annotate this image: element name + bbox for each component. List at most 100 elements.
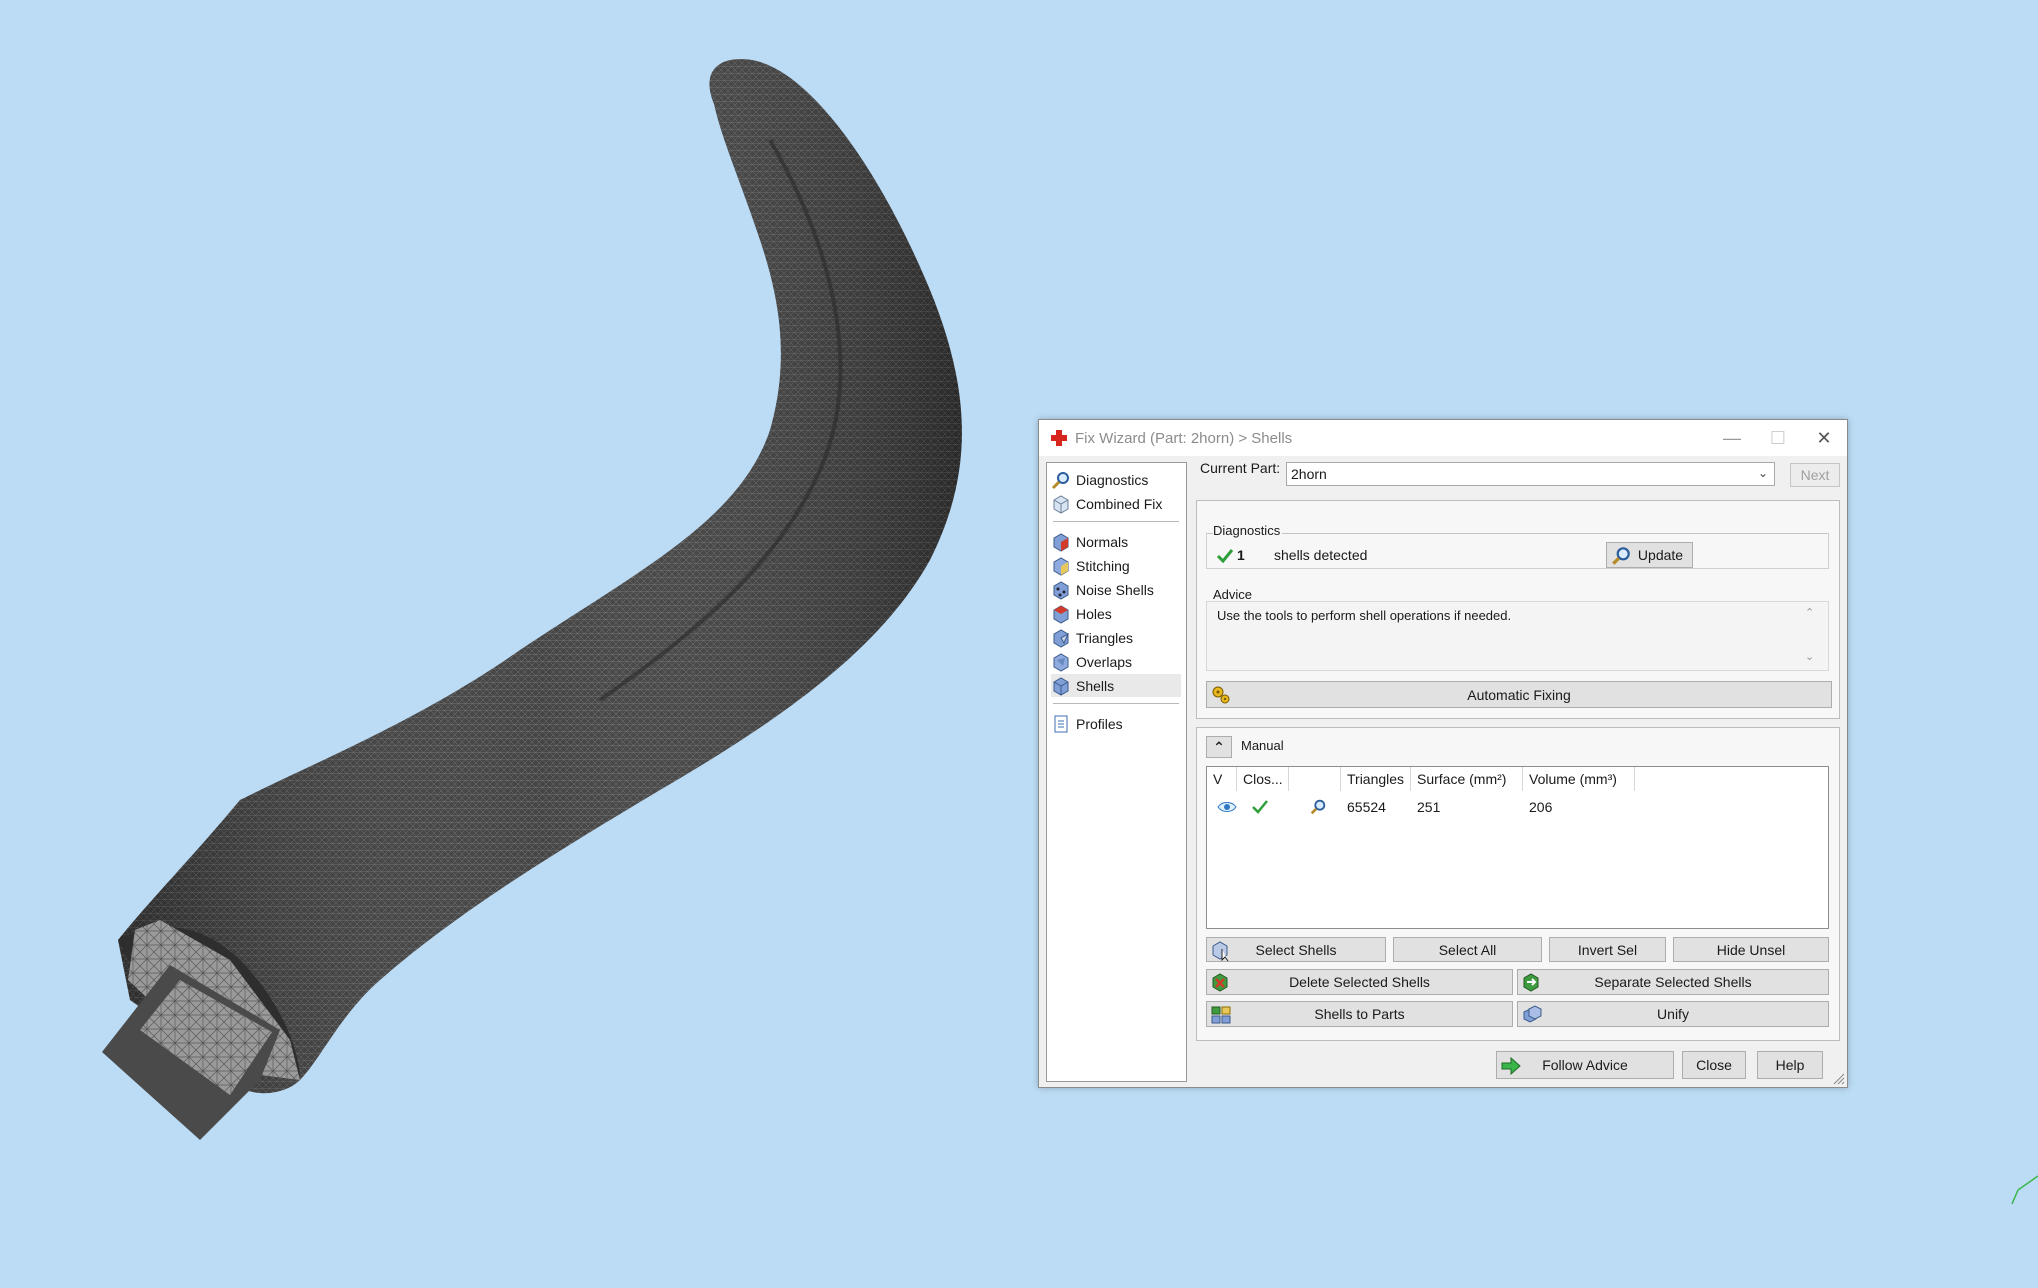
magnifier-icon — [1612, 547, 1630, 565]
close-icon: ✕ — [1816, 427, 1832, 448]
manual-heading: Manual — [1241, 738, 1284, 753]
follow-advice-button[interactable]: Follow Advice — [1496, 1051, 1674, 1079]
help-button-label: Help — [1775, 1057, 1805, 1073]
select-shells-button[interactable]: Select Shells — [1206, 937, 1386, 962]
close-window-button[interactable]: ✕ — [1801, 420, 1847, 456]
sidebar-item-label: Normals — [1076, 533, 1129, 550]
update-button[interactable]: Update — [1606, 542, 1693, 568]
unify-label: Unify — [1657, 1006, 1689, 1022]
next-button[interactable]: Next — [1790, 463, 1840, 487]
minimize-button[interactable]: — — [1709, 420, 1755, 456]
column-header-surface[interactable]: Surface (mm²) — [1411, 767, 1523, 791]
hide-unsel-button[interactable]: Hide Unsel — [1673, 937, 1829, 962]
delete-selected-shells-button[interactable]: Delete Selected Shells — [1206, 969, 1513, 995]
shells-to-parts-button[interactable]: Shells to Parts — [1206, 1001, 1513, 1027]
help-button[interactable]: Help — [1757, 1051, 1823, 1079]
unify-cube-icon — [1523, 1005, 1542, 1023]
sidebar-item-label: Profiles — [1076, 715, 1123, 732]
column-header-inspect[interactable] — [1289, 767, 1341, 791]
sidebar-item-label: Diagnostics — [1076, 471, 1149, 488]
sidebar-item-label: Overlaps — [1076, 653, 1133, 670]
select-all-label: Select All — [1438, 941, 1497, 958]
sidebar-item-triangles[interactable]: Triangles — [1051, 626, 1181, 649]
collapse-icon: ⌃ — [1213, 738, 1225, 755]
close-button[interactable]: Close — [1682, 1051, 1746, 1079]
scroll-up-icon[interactable]: ⌃ — [1805, 606, 1814, 619]
maximize-button[interactable]: ☐ — [1755, 420, 1801, 456]
magnifier-icon[interactable] — [1309, 798, 1327, 816]
sidebar-item-label: Noise Shells — [1076, 581, 1154, 598]
sidebar-item-label: Shells — [1076, 677, 1115, 694]
gears-icon — [1212, 686, 1230, 704]
automatic-fixing-label: Automatic Fixing — [1467, 686, 1571, 703]
document-icon — [1054, 715, 1068, 732]
sidebar-item-holes[interactable]: Holes — [1051, 602, 1181, 625]
resize-grip-icon[interactable] — [1833, 1073, 1845, 1085]
shell-count: 1 — [1237, 547, 1245, 563]
sidebar-item-label: Stitching — [1076, 557, 1130, 574]
invert-sel-label: Invert Sel — [1577, 941, 1638, 958]
cube-icon — [1053, 494, 1069, 514]
column-header-visible[interactable]: V — [1207, 767, 1237, 791]
minimize-icon: — — [1723, 427, 1741, 448]
invert-sel-button[interactable]: Invert Sel — [1549, 937, 1666, 962]
advice-box: Use the tools to perform shell operation… — [1206, 601, 1829, 671]
separate-selected-shells-button[interactable]: Separate Selected Shells — [1517, 969, 1829, 995]
current-part-select[interactable]: 2horn ⌄ — [1286, 462, 1775, 486]
sidebar-item-label: Holes — [1076, 605, 1112, 622]
triangles-cube-icon — [1053, 628, 1070, 648]
separate-cube-icon — [1523, 973, 1539, 992]
advice-heading: Advice — [1213, 587, 1253, 602]
chevron-down-icon: ⌄ — [1757, 466, 1768, 480]
wizard-sidebar: Diagnostics Combined Fix Normals Stitchi… — [1046, 462, 1187, 1082]
shells-table[interactable]: V Clos... Triangles Surface (mm²) Volume… — [1206, 766, 1829, 929]
magnifier-icon — [1051, 471, 1069, 489]
unify-button[interactable]: Unify — [1517, 1001, 1829, 1027]
sidebar-divider — [1053, 521, 1179, 522]
current-part-label: Current Part: — [1200, 460, 1281, 476]
sidebar-item-normals[interactable]: Normals — [1051, 530, 1181, 553]
sidebar-item-shells[interactable]: Shells — [1051, 674, 1181, 697]
checkmark-icon — [1252, 800, 1268, 814]
scroll-down-icon[interactable]: ⌄ — [1805, 650, 1814, 663]
current-part-value: 2horn — [1291, 466, 1327, 482]
manual-panel: ⌃ Manual V Clos... Triangles Surface (mm… — [1196, 727, 1840, 1041]
delete-cube-icon — [1212, 973, 1228, 992]
advice-text: Use the tools to perform shell operation… — [1217, 608, 1512, 623]
hide-unsel-label: Hide Unsel — [1716, 941, 1786, 958]
update-button-label: Update — [1637, 547, 1684, 563]
horn-mesh-model[interactable] — [102, 59, 962, 1140]
close-button-label: Close — [1696, 1057, 1732, 1073]
column-header-triangles[interactable]: Triangles — [1341, 767, 1411, 791]
title-bar[interactable]: Fix Wizard (Part: 2horn) > Shells — ☐ ✕ — [1039, 420, 1847, 456]
select-shells-label: Select Shells — [1255, 941, 1337, 958]
sidebar-item-diagnostics[interactable]: Diagnostics — [1051, 468, 1181, 491]
normals-cube-icon — [1053, 532, 1069, 552]
follow-advice-label: Follow Advice — [1542, 1057, 1628, 1073]
sidebar-item-combined-fix[interactable]: Combined Fix — [1051, 492, 1181, 515]
sidebar-item-profiles[interactable]: Profiles — [1051, 712, 1181, 735]
sidebar-item-noise-shells[interactable]: Noise Shells — [1051, 578, 1181, 601]
collapse-manual-button[interactable]: ⌃ — [1206, 736, 1232, 758]
triangles-cell: 65524 — [1347, 799, 1386, 815]
stitching-cube-icon — [1053, 556, 1069, 576]
delete-selected-shells-label: Delete Selected Shells — [1289, 974, 1430, 990]
select-all-button[interactable]: Select All — [1393, 937, 1542, 962]
axis-indicator — [2011, 1175, 2038, 1205]
window-title: Fix Wizard (Part: 2horn) > Shells — [1075, 429, 1293, 447]
automatic-fixing-button[interactable]: Automatic Fixing — [1206, 681, 1832, 708]
column-header-volume[interactable]: Volume (mm³) — [1523, 767, 1635, 791]
sidebar-divider — [1053, 703, 1179, 704]
shells-to-parts-label: Shells to Parts — [1314, 1006, 1405, 1022]
overlaps-cube-icon — [1053, 652, 1069, 672]
column-header-closed[interactable]: Clos... — [1237, 767, 1289, 791]
sidebar-item-label: Combined Fix — [1076, 495, 1163, 512]
surface-cell: 251 — [1417, 799, 1441, 815]
fix-wizard-dialog: Fix Wizard (Part: 2horn) > Shells — ☐ ✕ … — [1038, 419, 1848, 1088]
sidebar-item-label: Triangles — [1076, 629, 1134, 646]
sidebar-item-stitching[interactable]: Stitching — [1051, 554, 1181, 577]
eye-icon[interactable] — [1217, 800, 1237, 814]
diagnostics-panel: Diagnostics 1 shells detected Update Adv… — [1196, 500, 1840, 719]
select-cube-icon — [1212, 941, 1229, 962]
sidebar-item-overlaps[interactable]: Overlaps — [1051, 650, 1181, 673]
